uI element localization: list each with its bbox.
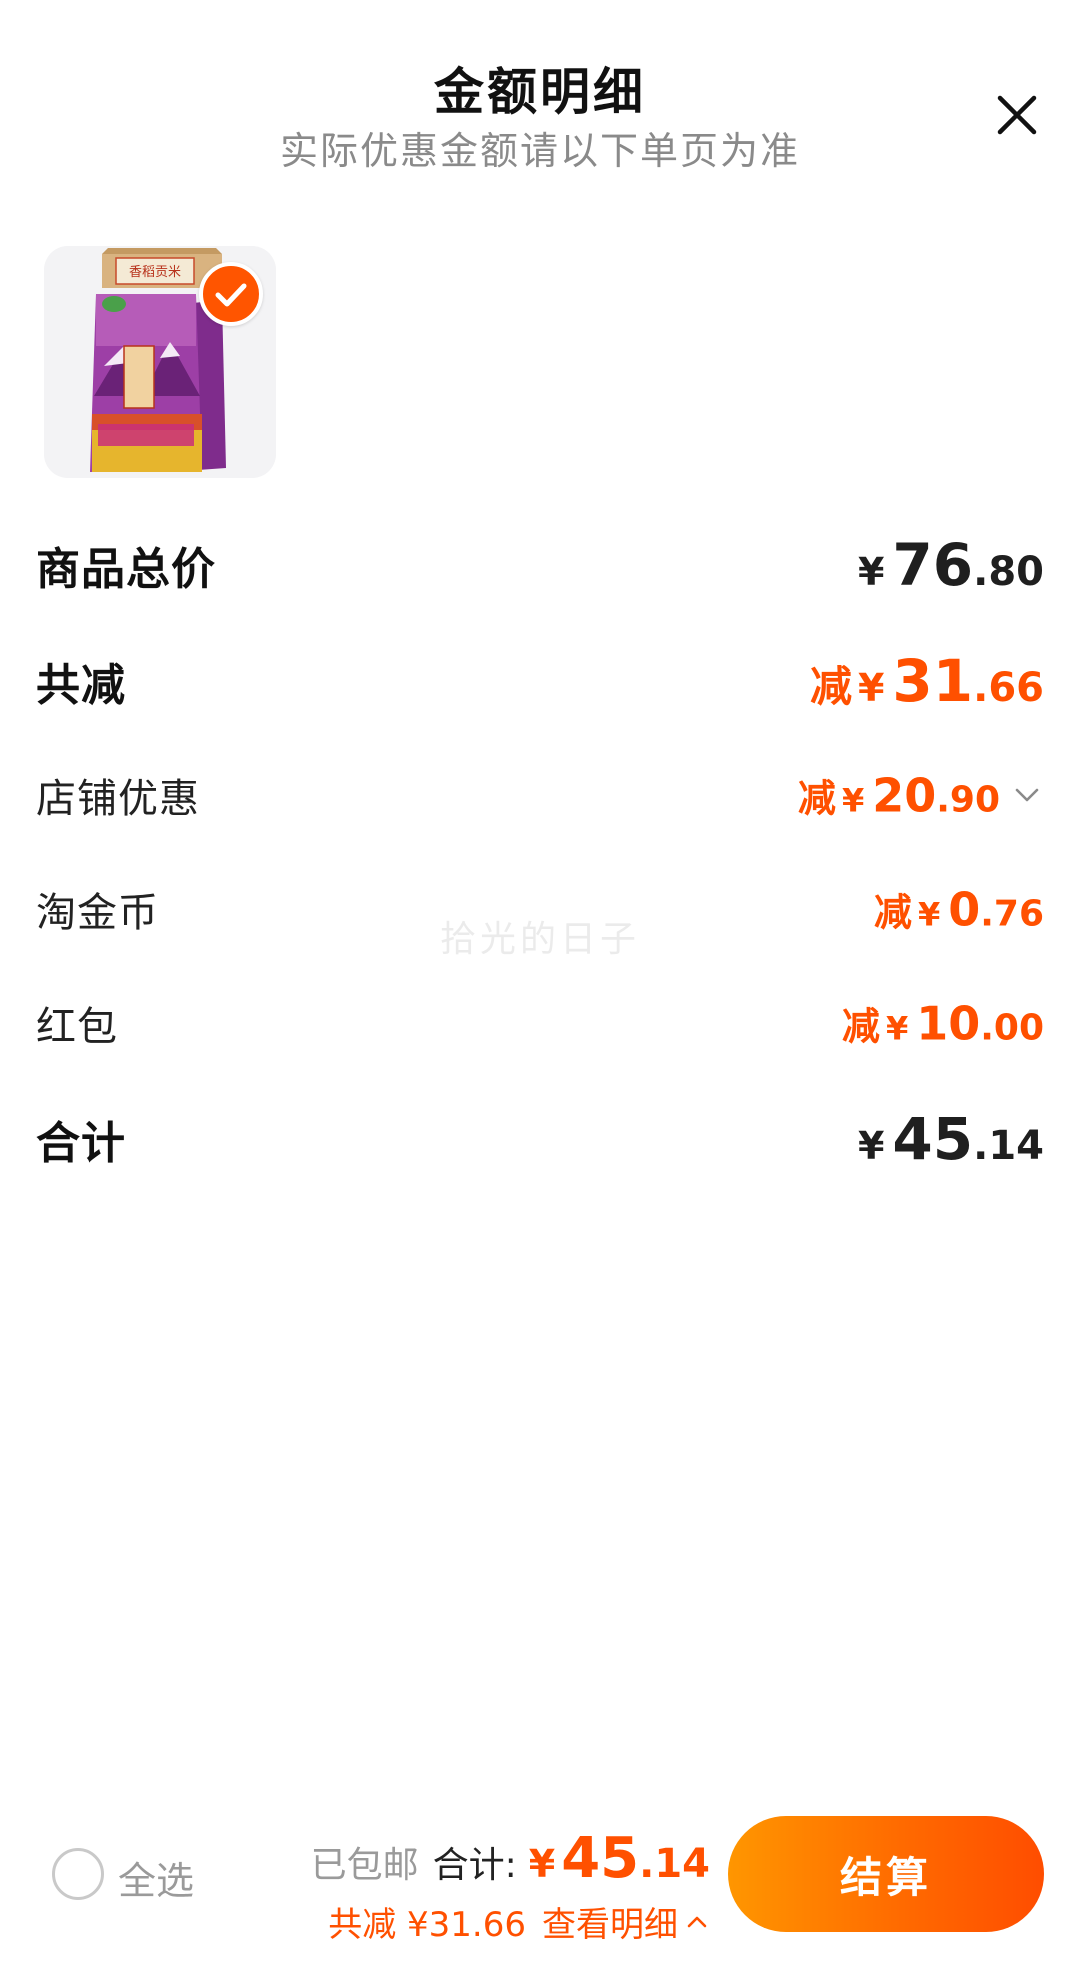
- svg-text:香稻贡米: 香稻贡米: [129, 265, 181, 280]
- total-discount-value: 减 ¥ 31 .66: [809, 647, 1044, 715]
- total-price-label: 商品总价: [36, 544, 216, 595]
- store-discount-label: 店铺优惠: [36, 776, 200, 822]
- watermark: 拾光的日子: [439, 919, 640, 960]
- view-detail-label: 查看明细: [542, 1905, 678, 1945]
- summary-total-int: 45: [561, 1826, 640, 1891]
- sheet-subtitle: 实际优惠金额请以下单页为准: [279, 129, 800, 173]
- summary-total-dec: .14: [639, 1841, 710, 1887]
- summary-discount-text: 共减 ¥31.66: [328, 1905, 526, 1945]
- checkout-summary: 已包邮 合计: ¥ 45 .14 共减 ¥31.66 查看明细: [311, 1826, 710, 1946]
- amount-detail-sheet: 金额明细 实际优惠金额请以下单页为准 香稻贡米 商品总价 ¥ 76 .80 共减…: [0, 0, 1080, 1964]
- red-packet-label: 红包: [36, 1004, 118, 1050]
- product-selected-check-icon[interactable]: [199, 262, 263, 326]
- row-grand-total: 合计 ¥ 45 .14: [36, 1094, 1044, 1184]
- total-discount-label: 共减: [36, 660, 126, 711]
- select-all-radio[interactable]: [52, 1848, 104, 1900]
- sheet-header: 金额明细 实际优惠金额请以下单页为准: [0, 0, 1080, 180]
- select-all-label[interactable]: 全选: [118, 1850, 194, 1905]
- bottom-checkout-bar: 全选 已包邮 合计: ¥ 45 .14 共减 ¥31.66 查看明细 结算: [0, 1790, 1080, 1964]
- row-total-price: 商品总价 ¥ 76 .80: [36, 520, 1044, 610]
- free-shipping-label: 已包邮: [310, 1845, 419, 1886]
- grand-total-label: 合计: [36, 1118, 126, 1169]
- row-store-discount[interactable]: 店铺优惠 减 ¥ 20 .90: [36, 750, 1044, 840]
- total-price-value: ¥ 76 .80: [857, 531, 1044, 599]
- row-red-packet: 红包 减 ¥ 10 .00: [36, 978, 1044, 1068]
- close-icon[interactable]: [990, 88, 1044, 142]
- summary-total-label: 合计:: [432, 1845, 517, 1886]
- chevron-down-icon[interactable]: [1010, 778, 1044, 812]
- grand-total-value: ¥ 45 .14: [857, 1105, 1044, 1173]
- chevron-up-icon: [687, 1916, 707, 1927]
- checkout-button[interactable]: 结算: [728, 1816, 1044, 1932]
- view-detail-link[interactable]: 查看明细: [542, 1897, 710, 1946]
- summary-total-yen: ¥: [528, 1842, 556, 1886]
- row-total-discount: 共减 减 ¥ 31 .66: [36, 636, 1044, 726]
- red-packet-value: 减 ¥ 10 .00: [841, 996, 1044, 1051]
- sheet-title: 金额明细: [434, 63, 646, 121]
- store-discount-value: 减 ¥ 20 .90: [797, 768, 1000, 823]
